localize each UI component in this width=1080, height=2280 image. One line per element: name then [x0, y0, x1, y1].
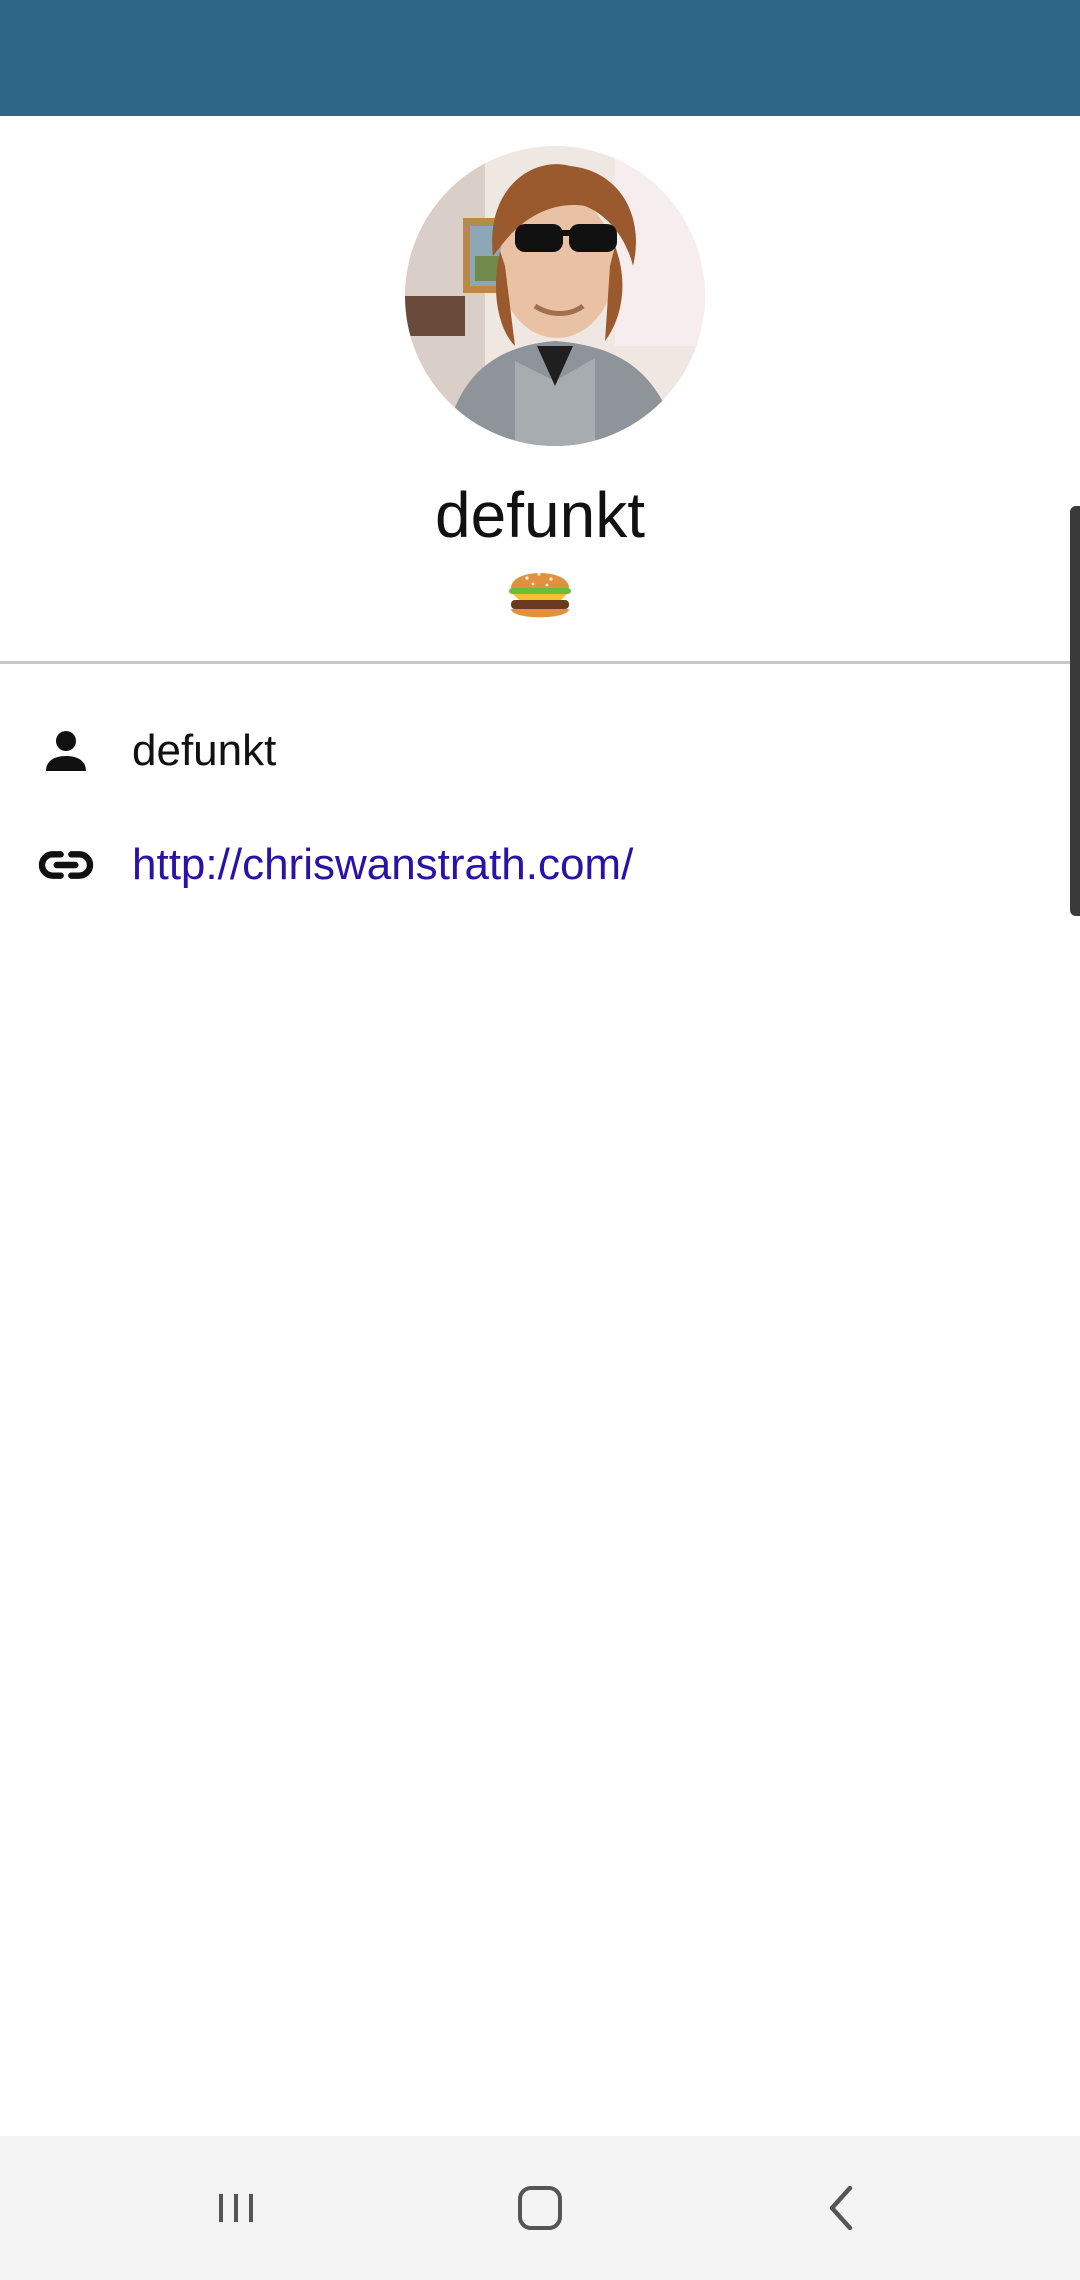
website-link[interactable]: http://chriswanstrath.com/ — [132, 835, 633, 895]
scroll-indicator[interactable] — [1070, 506, 1080, 916]
person-icon — [34, 719, 98, 783]
system-navigation-bar — [0, 2136, 1080, 2280]
back-button[interactable] — [792, 2158, 892, 2258]
avatar-photo — [405, 146, 705, 446]
app-bar — [0, 0, 1080, 116]
home-button[interactable] — [490, 2158, 590, 2258]
recents-button[interactable] — [186, 2158, 286, 2258]
profile-name: defunkt — [435, 479, 645, 551]
link-icon — [34, 833, 98, 897]
avatar[interactable] — [405, 146, 705, 446]
username-text: defunkt — [132, 726, 277, 775]
back-icon — [829, 2185, 853, 2231]
website-row[interactable]: http://chriswanstrath.com/ — [0, 820, 1070, 910]
home-icon — [518, 2186, 562, 2230]
divider — [0, 661, 1080, 664]
recents-icon — [219, 2194, 253, 2222]
hamburger-icon — [505, 560, 575, 626]
profile-screen: defunkt defunkt http://chriswanstrath.co… — [0, 0, 1080, 2280]
username-row: defunkt — [0, 706, 1070, 796]
